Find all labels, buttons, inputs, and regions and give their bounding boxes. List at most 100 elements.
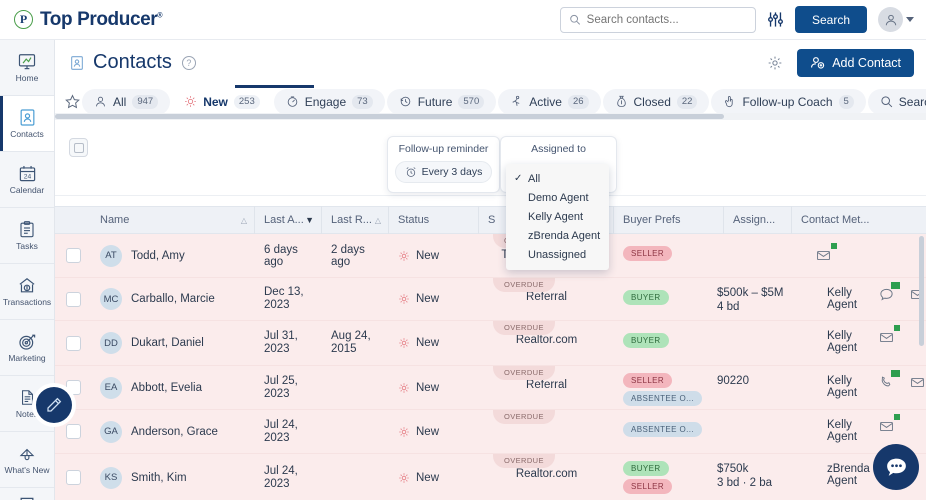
row-checkbox[interactable]: [66, 248, 81, 263]
envelope-icon[interactable]: [879, 419, 894, 434]
table-row[interactable]: EA Abbott, Evelia Jul 25, 2023 New OVERD…: [55, 366, 926, 410]
chat-bubble-icon[interactable]: [879, 287, 894, 302]
cell-source: OVERDUE Realtor.com: [479, 321, 614, 365]
sidebar-item-marketing[interactable]: Marketing: [0, 320, 54, 376]
tab-count: 22: [677, 95, 698, 109]
running-person-icon: [510, 95, 523, 108]
tab-count: 947: [132, 95, 158, 109]
tab-search[interactable]: Search: [868, 89, 926, 115]
menu-item-unassigned[interactable]: Unassigned: [506, 245, 609, 264]
gear-icon[interactable]: [767, 55, 783, 71]
tabs-horizontal-scrollbar[interactable]: [55, 113, 926, 120]
filter-sliders-icon[interactable]: [767, 11, 784, 28]
column-header-assigned[interactable]: Assign...: [724, 206, 792, 234]
status-badge: SELLER: [623, 246, 672, 261]
contact-name[interactable]: Todd, Amy: [131, 250, 185, 262]
add-contact-button[interactable]: Add Contact: [797, 49, 914, 77]
contact-name[interactable]: Anderson, Grace: [131, 426, 218, 438]
select-all-checkbox[interactable]: [69, 138, 88, 157]
tab-active[interactable]: Active 26: [498, 89, 600, 115]
table-row[interactable]: KS Smith, Kim Jul 24, 2023 New OVERDUE R…: [55, 454, 926, 500]
status-label: New: [416, 472, 439, 484]
cell-last-reached: [322, 410, 389, 453]
column-header-status[interactable]: Status: [389, 206, 479, 234]
sidebar-item-transactions[interactable]: Transactions: [0, 264, 54, 320]
sidebar-item-home[interactable]: Home: [0, 40, 54, 96]
cell-last-reached: [322, 278, 389, 320]
overdue-badge: OVERDUE: [493, 410, 555, 424]
brand-logo[interactable]: P Top Producer®: [14, 9, 162, 31]
column-header-last-activity[interactable]: Last A... ▼: [255, 206, 322, 234]
compose-fab-button[interactable]: [36, 387, 72, 423]
sidebar-item-tasks[interactable]: Tasks: [0, 208, 54, 264]
assigned-agent: Kelly Agent: [827, 330, 877, 354]
column-header-contact-method[interactable]: Contact Met...: [792, 206, 920, 234]
tab-count: 253: [234, 95, 260, 109]
cell-status: New: [389, 366, 479, 409]
row-checkbox-cell: [55, 234, 91, 277]
scrollbar-thumb[interactable]: [55, 114, 724, 119]
page-header-actions: Add Contact: [767, 49, 914, 77]
cell-buyer-prefs: $750k 3 bd · 2 ba: [708, 454, 818, 498]
avatar: MC: [100, 288, 122, 310]
phone-icon[interactable]: [879, 375, 894, 390]
cell-last-reached: Aug 24, 2015: [322, 321, 389, 365]
global-search-box[interactable]: [560, 7, 756, 33]
row-checkbox[interactable]: [66, 336, 81, 351]
top-navigation-bar: P Top Producer® Search: [0, 0, 926, 40]
chat-support-fab-button[interactable]: [873, 444, 919, 490]
chevron-down-icon[interactable]: [906, 17, 914, 22]
overdue-badge: OVERDUE: [493, 366, 555, 380]
table-row[interactable]: AT Todd, Amy 6 days ago 2 days ago New O…: [55, 234, 926, 278]
tab-follow-up-coach[interactable]: Follow-up Coach 5: [711, 89, 865, 115]
sidebar-item-calendar[interactable]: 24 Calendar: [0, 152, 54, 208]
contact-name[interactable]: Abbott, Evelia: [131, 382, 202, 394]
row-checkbox-cell: [55, 454, 91, 500]
table-row[interactable]: DD Dukart, Daniel Jul 31, 2023 Aug 24, 2…: [55, 321, 926, 366]
sidebar-item-contacts[interactable]: Contacts: [0, 96, 54, 152]
contact-name[interactable]: Carballo, Marcie: [131, 293, 215, 305]
speedometer-icon: [286, 95, 299, 108]
menu-item-zbrenda-agent[interactable]: zBrenda Agent: [506, 226, 609, 245]
column-header-name[interactable]: Name △: [91, 206, 255, 234]
menu-item-demo-agent[interactable]: Demo Agent: [506, 188, 609, 207]
sidebar-item-more[interactable]: [0, 488, 54, 500]
tab-all[interactable]: All 947: [82, 89, 170, 115]
contact-name[interactable]: Dukart, Daniel: [131, 337, 204, 349]
tab-closed[interactable]: Closed 22: [603, 89, 710, 115]
status-badge: ABSENTEE O...: [623, 422, 702, 437]
tab-new[interactable]: New 253: [172, 89, 272, 115]
follow-up-reminder-pill[interactable]: Every 3 days: [395, 161, 493, 183]
add-contact-label: Add Contact: [832, 56, 901, 70]
envelope-icon[interactable]: [879, 330, 894, 345]
assigned-agent: Kelly Agent: [827, 287, 877, 311]
column-header-last-reached[interactable]: Last R... △: [322, 206, 389, 234]
row-checkbox[interactable]: [66, 292, 81, 307]
table-row[interactable]: MC Carballo, Marcie Dec 13, 2023 New OVE…: [55, 278, 926, 321]
user-menu[interactable]: [878, 7, 914, 32]
row-checkbox[interactable]: [66, 470, 81, 485]
table-vertical-scrollbar[interactable]: [919, 236, 924, 346]
cell-status: New: [389, 278, 479, 320]
column-header-buyer-prefs[interactable]: Buyer Prefs: [614, 206, 724, 234]
overdue-badge: OVERDUE: [493, 321, 555, 335]
sidebar-item-whats-new[interactable]: What's New: [0, 432, 54, 488]
envelope-icon[interactable]: [816, 248, 831, 263]
tab-engage[interactable]: Engage 73: [274, 89, 385, 115]
column-label: Last R...: [331, 214, 372, 226]
search-button[interactable]: Search: [795, 6, 867, 33]
menu-item-kelly-agent[interactable]: Kelly Agent: [506, 207, 609, 226]
column-label: Name: [100, 214, 129, 226]
help-icon[interactable]: ?: [182, 56, 196, 70]
source-label: Realtor.com: [516, 468, 577, 480]
menu-item-all[interactable]: ✓ All: [506, 169, 609, 188]
table-row[interactable]: GA Anderson, Grace Jul 24, 2023 New OVER…: [55, 410, 926, 454]
star-icon[interactable]: [65, 94, 80, 109]
tab-future[interactable]: Future 570: [387, 89, 497, 115]
envelope-icon[interactable]: [910, 375, 925, 390]
brand-name: Top Producer®: [40, 9, 162, 31]
unread-flag-icon: [891, 282, 900, 289]
global-search-input[interactable]: [587, 14, 747, 26]
contact-name[interactable]: Smith, Kim: [131, 472, 187, 484]
row-checkbox[interactable]: [66, 424, 81, 439]
